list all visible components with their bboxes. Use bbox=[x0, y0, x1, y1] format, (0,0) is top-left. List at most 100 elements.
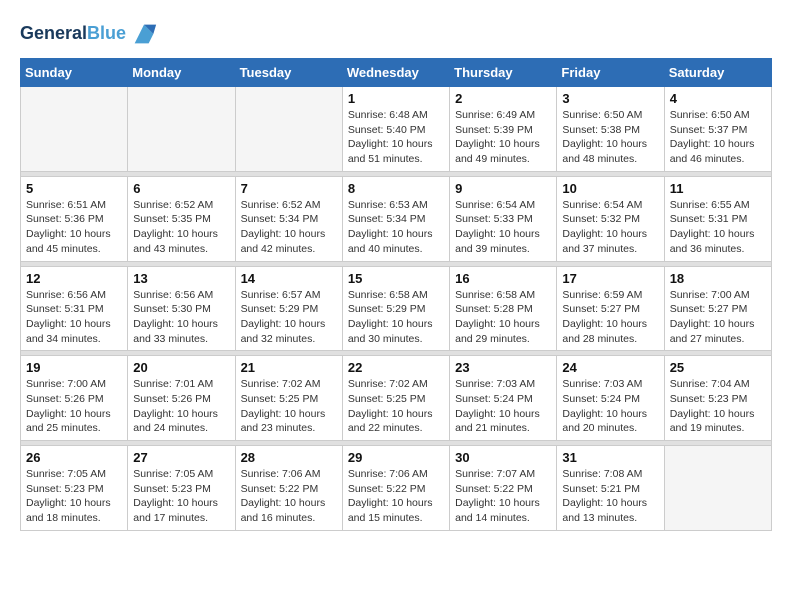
page-header: GeneralBlue bbox=[20, 20, 772, 48]
day-number: 15 bbox=[348, 271, 444, 286]
day-info: Sunrise: 7:00 AM Sunset: 5:27 PM Dayligh… bbox=[670, 288, 766, 347]
calendar-header-row: SundayMondayTuesdayWednesdayThursdayFrid… bbox=[21, 59, 772, 87]
weekday-header-sunday: Sunday bbox=[21, 59, 128, 87]
calendar-week-row: 5 Sunrise: 6:51 AM Sunset: 5:36 PM Daylig… bbox=[21, 176, 772, 261]
day-info: Sunrise: 6:57 AM Sunset: 5:29 PM Dayligh… bbox=[241, 288, 337, 347]
day-number: 12 bbox=[26, 271, 122, 286]
calendar-cell: 30 Sunrise: 7:07 AM Sunset: 5:22 PM Dayli… bbox=[450, 446, 557, 531]
day-info: Sunrise: 6:50 AM Sunset: 5:38 PM Dayligh… bbox=[562, 108, 658, 167]
day-number: 13 bbox=[133, 271, 229, 286]
day-number: 27 bbox=[133, 450, 229, 465]
weekday-header-monday: Monday bbox=[128, 59, 235, 87]
calendar-cell bbox=[128, 87, 235, 172]
calendar-cell: 7 Sunrise: 6:52 AM Sunset: 5:34 PM Daylig… bbox=[235, 176, 342, 261]
calendar-cell: 2 Sunrise: 6:49 AM Sunset: 5:39 PM Daylig… bbox=[450, 87, 557, 172]
day-info: Sunrise: 7:02 AM Sunset: 5:25 PM Dayligh… bbox=[348, 377, 444, 436]
day-info: Sunrise: 6:54 AM Sunset: 5:32 PM Dayligh… bbox=[562, 198, 658, 257]
calendar-cell: 4 Sunrise: 6:50 AM Sunset: 5:37 PM Daylig… bbox=[664, 87, 771, 172]
calendar-cell: 31 Sunrise: 7:08 AM Sunset: 5:21 PM Dayli… bbox=[557, 446, 664, 531]
day-number: 8 bbox=[348, 181, 444, 196]
calendar-cell: 28 Sunrise: 7:06 AM Sunset: 5:22 PM Dayli… bbox=[235, 446, 342, 531]
calendar-cell: 15 Sunrise: 6:58 AM Sunset: 5:29 PM Dayli… bbox=[342, 266, 449, 351]
day-number: 18 bbox=[670, 271, 766, 286]
calendar-cell: 14 Sunrise: 6:57 AM Sunset: 5:29 PM Dayli… bbox=[235, 266, 342, 351]
calendar-cell: 13 Sunrise: 6:56 AM Sunset: 5:30 PM Dayli… bbox=[128, 266, 235, 351]
weekday-header-wednesday: Wednesday bbox=[342, 59, 449, 87]
calendar-cell: 5 Sunrise: 6:51 AM Sunset: 5:36 PM Daylig… bbox=[21, 176, 128, 261]
day-info: Sunrise: 7:04 AM Sunset: 5:23 PM Dayligh… bbox=[670, 377, 766, 436]
calendar-cell: 25 Sunrise: 7:04 AM Sunset: 5:23 PM Dayli… bbox=[664, 356, 771, 441]
calendar-week-row: 1 Sunrise: 6:48 AM Sunset: 5:40 PM Daylig… bbox=[21, 87, 772, 172]
logo-text: GeneralBlue bbox=[20, 24, 126, 44]
day-info: Sunrise: 7:05 AM Sunset: 5:23 PM Dayligh… bbox=[26, 467, 122, 526]
calendar-cell: 18 Sunrise: 7:00 AM Sunset: 5:27 PM Dayli… bbox=[664, 266, 771, 351]
day-info: Sunrise: 6:56 AM Sunset: 5:31 PM Dayligh… bbox=[26, 288, 122, 347]
day-info: Sunrise: 6:59 AM Sunset: 5:27 PM Dayligh… bbox=[562, 288, 658, 347]
logo: GeneralBlue bbox=[20, 20, 158, 48]
day-number: 25 bbox=[670, 360, 766, 375]
calendar-week-row: 26 Sunrise: 7:05 AM Sunset: 5:23 PM Dayli… bbox=[21, 446, 772, 531]
day-info: Sunrise: 6:51 AM Sunset: 5:36 PM Dayligh… bbox=[26, 198, 122, 257]
calendar-cell bbox=[235, 87, 342, 172]
calendar-cell: 12 Sunrise: 6:56 AM Sunset: 5:31 PM Dayli… bbox=[21, 266, 128, 351]
day-number: 4 bbox=[670, 91, 766, 106]
calendar-cell: 27 Sunrise: 7:05 AM Sunset: 5:23 PM Dayli… bbox=[128, 446, 235, 531]
day-info: Sunrise: 7:03 AM Sunset: 5:24 PM Dayligh… bbox=[562, 377, 658, 436]
day-number: 23 bbox=[455, 360, 551, 375]
day-info: Sunrise: 7:06 AM Sunset: 5:22 PM Dayligh… bbox=[241, 467, 337, 526]
calendar-cell: 11 Sunrise: 6:55 AM Sunset: 5:31 PM Dayli… bbox=[664, 176, 771, 261]
day-number: 3 bbox=[562, 91, 658, 106]
day-number: 6 bbox=[133, 181, 229, 196]
day-number: 30 bbox=[455, 450, 551, 465]
calendar-cell: 22 Sunrise: 7:02 AM Sunset: 5:25 PM Dayli… bbox=[342, 356, 449, 441]
day-info: Sunrise: 7:06 AM Sunset: 5:22 PM Dayligh… bbox=[348, 467, 444, 526]
day-info: Sunrise: 6:49 AM Sunset: 5:39 PM Dayligh… bbox=[455, 108, 551, 167]
calendar-cell: 9Sunrise: 6:54 AM Sunset: 5:33 PM Daylig… bbox=[450, 176, 557, 261]
calendar-cell: 20Sunrise: 7:01 AM Sunset: 5:26 PM Dayli… bbox=[128, 356, 235, 441]
calendar-cell: 16Sunrise: 6:58 AM Sunset: 5:28 PM Dayli… bbox=[450, 266, 557, 351]
day-number: 11 bbox=[670, 181, 766, 196]
day-number: 2 bbox=[455, 91, 551, 106]
day-number: 24 bbox=[562, 360, 658, 375]
day-info: Sunrise: 6:56 AM Sunset: 5:30 PM Dayligh… bbox=[133, 288, 229, 347]
weekday-header-saturday: Saturday bbox=[664, 59, 771, 87]
day-info: Sunrise: 7:01 AM Sunset: 5:26 PM Dayligh… bbox=[133, 377, 229, 436]
calendar-cell: 10 Sunrise: 6:54 AM Sunset: 5:32 PM Dayli… bbox=[557, 176, 664, 261]
day-info: Sunrise: 6:52 AM Sunset: 5:35 PM Dayligh… bbox=[133, 198, 229, 257]
day-number: 1 bbox=[348, 91, 444, 106]
day-number: 16 bbox=[455, 271, 551, 286]
day-info: Sunrise: 6:58 AM Sunset: 5:29 PM Dayligh… bbox=[348, 288, 444, 347]
day-number: 10 bbox=[562, 181, 658, 196]
day-number: 26 bbox=[26, 450, 122, 465]
weekday-header-tuesday: Tuesday bbox=[235, 59, 342, 87]
calendar-cell: 19 Sunrise: 7:00 AM Sunset: 5:26 PM Dayli… bbox=[21, 356, 128, 441]
day-number: 5 bbox=[26, 181, 122, 196]
day-info: Sunrise: 6:50 AM Sunset: 5:37 PM Dayligh… bbox=[670, 108, 766, 167]
weekday-header-thursday: Thursday bbox=[450, 59, 557, 87]
calendar-week-row: 12 Sunrise: 6:56 AM Sunset: 5:31 PM Dayli… bbox=[21, 266, 772, 351]
day-number: 22 bbox=[348, 360, 444, 375]
calendar-cell: 1 Sunrise: 6:48 AM Sunset: 5:40 PM Daylig… bbox=[342, 87, 449, 172]
calendar-cell: 8Sunrise: 6:53 AM Sunset: 5:34 PM Daylig… bbox=[342, 176, 449, 261]
calendar-cell: 24 Sunrise: 7:03 AM Sunset: 5:24 PM Dayli… bbox=[557, 356, 664, 441]
day-info: Sunrise: 7:08 AM Sunset: 5:21 PM Dayligh… bbox=[562, 467, 658, 526]
calendar-cell: 26 Sunrise: 7:05 AM Sunset: 5:23 PM Dayli… bbox=[21, 446, 128, 531]
day-info: Sunrise: 6:48 AM Sunset: 5:40 PM Dayligh… bbox=[348, 108, 444, 167]
calendar-week-row: 19 Sunrise: 7:00 AM Sunset: 5:26 PM Dayli… bbox=[21, 356, 772, 441]
logo-icon bbox=[130, 20, 158, 48]
calendar-cell: 29Sunrise: 7:06 AM Sunset: 5:22 PM Dayli… bbox=[342, 446, 449, 531]
calendar-cell bbox=[21, 87, 128, 172]
day-info: Sunrise: 7:00 AM Sunset: 5:26 PM Dayligh… bbox=[26, 377, 122, 436]
calendar-table: SundayMondayTuesdayWednesdayThursdayFrid… bbox=[20, 58, 772, 531]
day-number: 31 bbox=[562, 450, 658, 465]
weekday-header-friday: Friday bbox=[557, 59, 664, 87]
day-number: 7 bbox=[241, 181, 337, 196]
day-number: 14 bbox=[241, 271, 337, 286]
day-info: Sunrise: 7:07 AM Sunset: 5:22 PM Dayligh… bbox=[455, 467, 551, 526]
day-info: Sunrise: 6:52 AM Sunset: 5:34 PM Dayligh… bbox=[241, 198, 337, 257]
day-number: 28 bbox=[241, 450, 337, 465]
day-info: Sunrise: 6:55 AM Sunset: 5:31 PM Dayligh… bbox=[670, 198, 766, 257]
day-number: 19 bbox=[26, 360, 122, 375]
day-info: Sunrise: 7:05 AM Sunset: 5:23 PM Dayligh… bbox=[133, 467, 229, 526]
day-info: Sunrise: 6:54 AM Sunset: 5:33 PM Dayligh… bbox=[455, 198, 551, 257]
